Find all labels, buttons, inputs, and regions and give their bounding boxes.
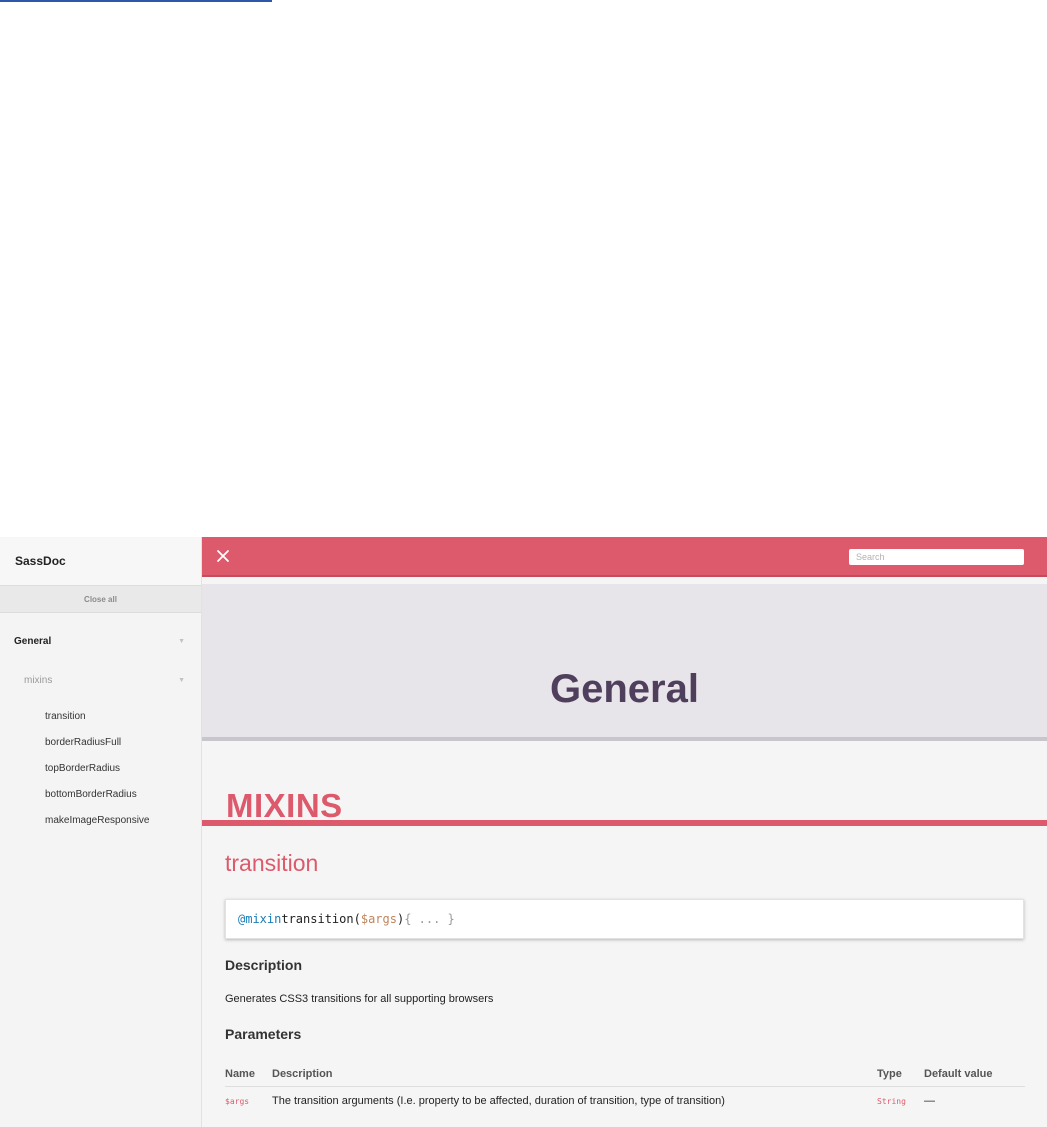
code-body: { ... } (404, 912, 455, 926)
sidebar: SassDoc Close all General ▼ mixins ▼ tra… (0, 537, 202, 1127)
section-title: MIXINS (226, 787, 343, 824)
page-header-banner: General (202, 584, 1047, 741)
description-heading: Description (225, 957, 303, 973)
code-signature: @mixin transition($args) { ... } (225, 899, 1024, 939)
parameters-heading: Parameters (225, 1026, 302, 1042)
description-text: Generates CSS3 transitions for all suppo… (225, 993, 494, 1005)
table-row: $args The transition arguments (I.e. pro… (225, 1087, 1025, 1114)
section-divider (202, 820, 1047, 826)
chevron-down-icon: ▼ (178, 676, 185, 684)
search-input[interactable] (849, 549, 1024, 565)
sidebar-subgroup-mixins[interactable]: mixins ▼ (0, 669, 201, 691)
code-keyword: @mixin (238, 912, 282, 926)
column-header-type: Type (877, 1064, 924, 1087)
sidebar-item-top-border-radius[interactable]: topBorderRadius (0, 756, 201, 782)
sidebar-group-label: General (14, 635, 52, 647)
parameters-table: Name Description Type Default value $arg… (225, 1064, 1025, 1113)
sidebar-header: SassDoc (0, 537, 201, 586)
sidebar-item-list: transition borderRadiusFull topBorderRad… (0, 704, 201, 834)
sassdoc-app: SassDoc Close all General ▼ mixins ▼ tra… (0, 537, 1047, 1127)
param-default: — (924, 1095, 935, 1107)
table-header-row: Name Description Type Default value (225, 1064, 1025, 1087)
sidebar-item-make-image-responsive[interactable]: makeImageResponsive (0, 808, 201, 834)
close-icon[interactable] (216, 549, 230, 563)
column-header-description: Description (272, 1064, 877, 1087)
sidebar-subgroup-label: mixins (24, 674, 53, 686)
param-name: $args (225, 1096, 250, 1106)
sidebar-item-bottom-border-radius[interactable]: bottomBorderRadius (0, 782, 201, 808)
page-title: General (550, 667, 699, 711)
code-function-name: transition( (281, 912, 361, 926)
mixin-title[interactable]: transition (225, 850, 318, 878)
top-link-underline (0, 0, 272, 2)
sidebar-item-border-radius-full[interactable]: borderRadiusFull (0, 730, 201, 756)
sidebar-item-transition[interactable]: transition (0, 704, 201, 730)
code-argument: $args (360, 912, 397, 926)
topbar (202, 537, 1047, 577)
chevron-down-icon: ▼ (178, 637, 185, 645)
sidebar-group-general[interactable]: General ▼ (0, 613, 201, 669)
page: SassDoc Close all General ▼ mixins ▼ tra… (0, 0, 1047, 1127)
close-all-button[interactable]: Close all (0, 586, 201, 613)
column-header-name: Name (225, 1064, 272, 1087)
param-type: String (877, 1096, 906, 1106)
main-content: General MIXINS transition @mixin transit… (202, 537, 1047, 1127)
code-close-paren: ) (396, 912, 405, 926)
param-description: The transition arguments (I.e. property … (272, 1095, 725, 1107)
sidebar-title[interactable]: SassDoc (15, 554, 66, 568)
column-header-default: Default value (924, 1064, 1025, 1087)
